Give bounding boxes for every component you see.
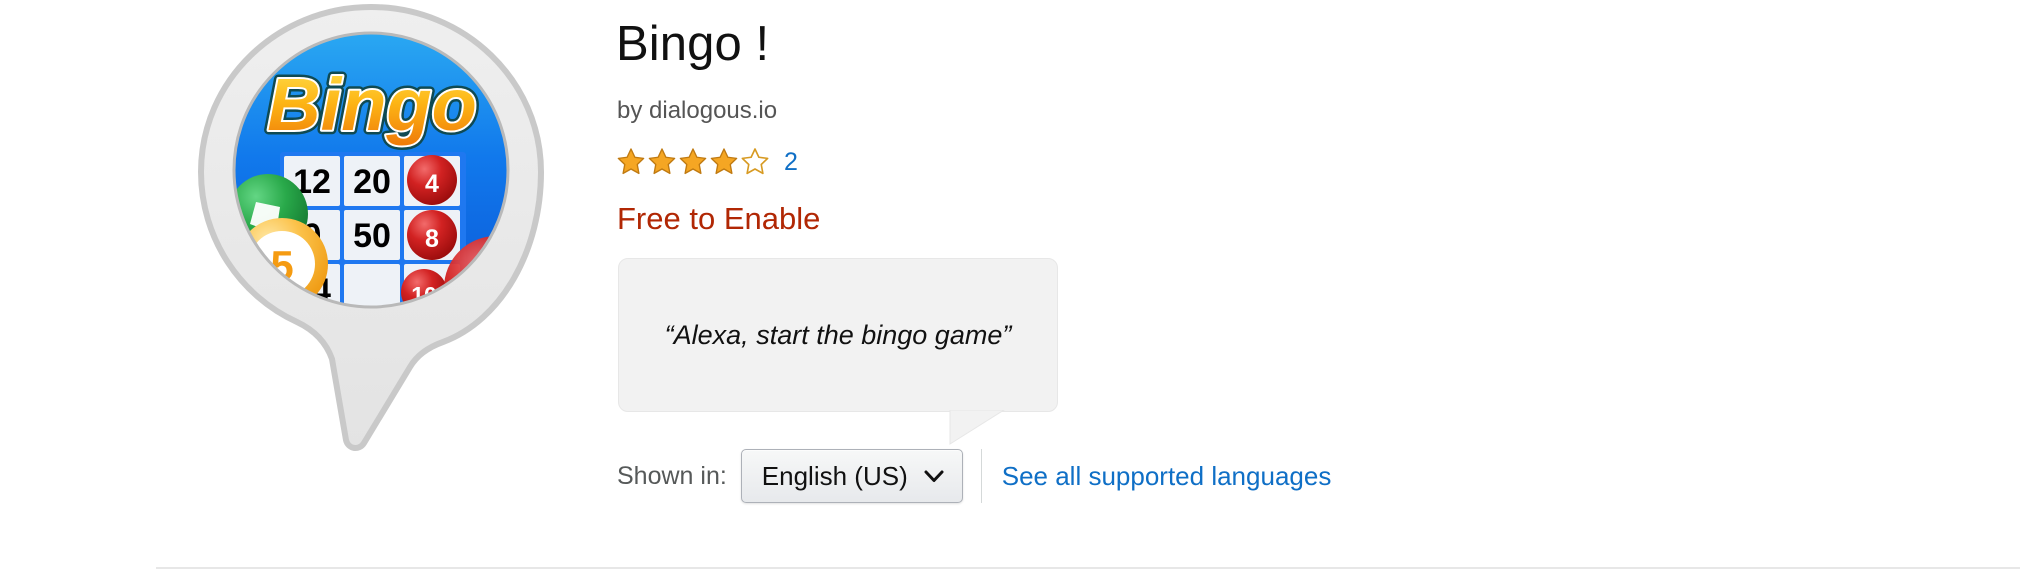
page-title: Bingo ! — [616, 17, 770, 71]
rating-row[interactable]: 2 — [616, 145, 798, 179]
bingo-wordmark: Bingo Bingo — [263, 59, 482, 151]
example-utterance-bubble: “Alexa, start the bingo game” — [618, 258, 1058, 445]
chevron-down-icon — [924, 470, 944, 482]
star-filled-icon — [648, 148, 676, 175]
skill-developer-byline: by dialogous.io — [617, 97, 778, 124]
utterance-text: “Alexa, start the bingo game” — [664, 320, 1012, 350]
language-dropdown[interactable]: English (US) — [740, 449, 963, 503]
svg-text:8: 8 — [425, 225, 439, 253]
skill-detail-page: 12 20 0 50 14 4 8 — [0, 0, 2020, 575]
svg-text:Bingo: Bingo — [267, 63, 477, 146]
see-all-languages-link[interactable]: See all supported languages — [1002, 461, 1332, 491]
vertical-divider — [980, 449, 982, 503]
skill-detail-column: Bingo ! by dialogous.io 2 Free to Enable… — [616, 0, 1996, 575]
rating-count-link[interactable]: 2 — [784, 147, 798, 177]
svg-text:4: 4 — [425, 170, 439, 198]
star-filled-icon — [710, 148, 738, 175]
star-rating[interactable] — [616, 147, 770, 177]
shown-in-label: Shown in: — [617, 462, 727, 490]
red-ball-4: 4 — [407, 155, 457, 205]
price-label: Free to Enable — [617, 201, 821, 236]
star-empty-icon — [741, 148, 769, 175]
star-filled-icon — [679, 148, 707, 175]
red-ball-8: 8 — [407, 210, 457, 260]
svg-text:20: 20 — [353, 163, 391, 201]
svg-text:50: 50 — [353, 217, 391, 255]
utterance-bubble-tail — [948, 410, 1068, 446]
star-filled-icon — [617, 148, 645, 175]
bingo-skill-icon: 12 20 0 50 14 4 8 — [196, 2, 546, 452]
language-selector-row: Shown in: English (US) See all supported… — [617, 448, 1331, 504]
language-dropdown-value: English (US) — [761, 461, 908, 491]
section-divider — [156, 567, 2020, 569]
